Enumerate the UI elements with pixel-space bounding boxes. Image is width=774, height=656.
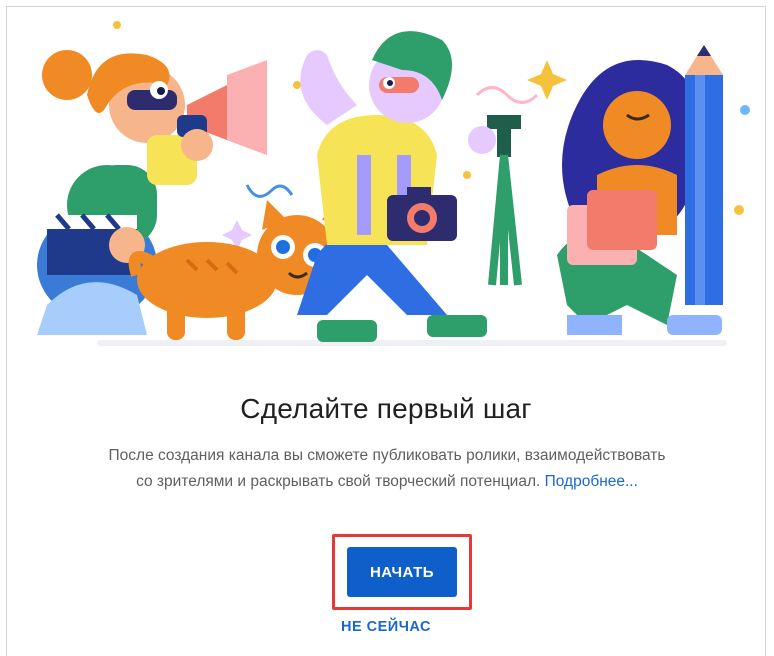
pencil-woman <box>557 45 723 335</box>
dialog-title: Сделайте первый шаг <box>240 393 532 424</box>
start-button-highlight: НАЧАТЬ <box>332 534 472 610</box>
creators-illustration <box>27 15 757 360</box>
camera-man <box>297 31 522 342</box>
pencil-icon <box>685 45 723 305</box>
create-channel-dialog: Сделайте первый шаг После создания канал… <box>6 6 766 656</box>
learn-more-link[interactable]: Подробнее... <box>545 473 638 490</box>
creators-illustration-svg <box>37 21 750 346</box>
start-button[interactable]: НАЧАТЬ <box>347 547 457 597</box>
dialog-description: После создания канала вы сможете публико… <box>107 443 667 495</box>
camera-icon <box>387 187 457 241</box>
not-now-button[interactable]: НЕ СЕЙЧАС <box>7 619 765 635</box>
